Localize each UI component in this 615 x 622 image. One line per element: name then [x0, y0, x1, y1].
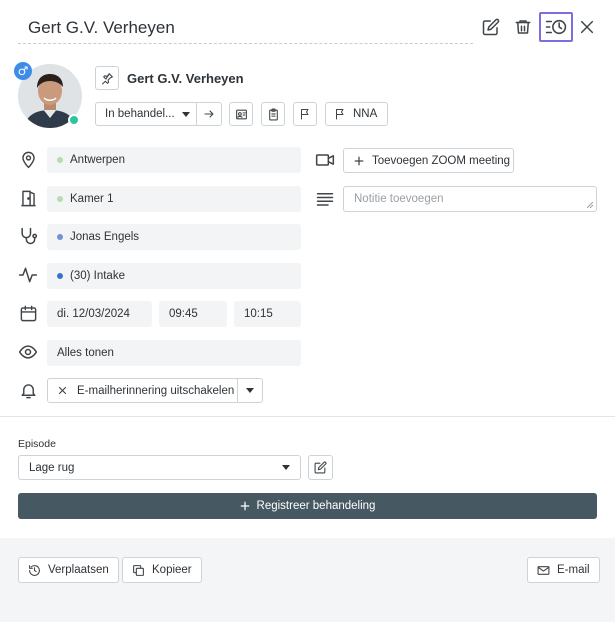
nna-label: NNA: [353, 108, 378, 120]
appointment-type-field[interactable]: (30) Intake: [47, 263, 301, 289]
eye-icon: [16, 340, 40, 364]
email-button[interactable]: E-mail: [527, 557, 600, 583]
status-dot: [57, 157, 63, 163]
delete-button[interactable]: [510, 14, 536, 40]
move-label: Verplaatsen: [48, 564, 109, 576]
bell-icon: [16, 378, 40, 402]
location-field[interactable]: Antwerpen: [47, 147, 301, 173]
gender-badge: ♂: [14, 62, 32, 80]
add-zoom-meeting-button[interactable]: Toevoegen ZOOM meeting: [343, 148, 514, 173]
notes-textarea[interactable]: Notitie toevoegen: [343, 186, 597, 212]
section-divider: [0, 416, 615, 417]
status-dropdown[interactable]: In behandel...: [95, 102, 197, 126]
calendar-icon: [16, 301, 40, 325]
location-icon: [16, 147, 40, 171]
close-button[interactable]: [574, 14, 600, 40]
nna-flag-button[interactable]: NNA: [325, 102, 388, 126]
x-icon: [58, 386, 67, 395]
status-next-button[interactable]: [196, 102, 222, 126]
door-icon: [16, 186, 40, 210]
resize-handle[interactable]: [587, 202, 593, 208]
date-value: di. 12/03/2024: [57, 308, 130, 320]
email-reminder-button[interactable]: E-mailherinnering uitschakelen: [47, 378, 238, 403]
start-time-field[interactable]: 09:45: [159, 301, 227, 327]
contact-card-button[interactable]: [229, 102, 253, 126]
caret-down-icon: [246, 388, 254, 393]
mail-icon: [537, 564, 550, 577]
text-lines-icon: [313, 187, 337, 211]
page-title: Gert G.V. Verheyen: [28, 18, 175, 37]
pin-icon: [101, 72, 114, 85]
flag-button[interactable]: [293, 102, 317, 126]
contact-card-icon: [235, 108, 248, 121]
status-label: In behandel...: [105, 108, 175, 120]
patient-name: Gert G.V. Verheyen: [127, 71, 244, 86]
visibility-value: Alles tonen: [57, 347, 114, 359]
date-field[interactable]: di. 12/03/2024: [47, 301, 152, 327]
appointment-type-value: (30) Intake: [70, 270, 125, 282]
copy-icon: [132, 564, 145, 577]
clipboard-button[interactable]: [261, 102, 285, 126]
online-status-dot: [68, 114, 80, 126]
history-icon: [545, 18, 567, 36]
copy-label: Kopieer: [152, 564, 192, 576]
clipboard-icon: [267, 108, 280, 121]
status-dot: [57, 273, 63, 279]
pin-button[interactable]: [95, 66, 119, 90]
visibility-field[interactable]: Alles tonen: [47, 340, 301, 366]
end-time-value: 10:15: [244, 308, 273, 320]
pencil-icon: [314, 461, 327, 474]
therapist-value: Jonas Engels: [70, 231, 140, 243]
move-button[interactable]: Verplaatsen: [18, 557, 119, 583]
status-dot: [57, 234, 63, 240]
room-value: Kamer 1: [70, 193, 114, 205]
clock-rotate-icon: [28, 564, 41, 577]
status-dot: [57, 196, 63, 202]
stethoscope-icon: [16, 224, 40, 248]
edit-icon: [482, 18, 500, 36]
activity-icon: [16, 263, 40, 287]
room-field[interactable]: Kamer 1: [47, 186, 301, 212]
edit-button[interactable]: [478, 14, 504, 40]
copy-button[interactable]: Kopieer: [122, 557, 202, 583]
notes-placeholder: Notitie toevoegen: [354, 193, 444, 205]
trash-icon: [514, 18, 532, 36]
location-value: Antwerpen: [70, 154, 125, 166]
end-time-field[interactable]: 10:15: [234, 301, 301, 327]
register-treatment-button[interactable]: Registreer behandeling: [18, 493, 597, 519]
close-icon: [579, 19, 595, 35]
email-reminder-dropdown[interactable]: [237, 378, 263, 403]
history-button[interactable]: [539, 12, 573, 42]
therapist-field[interactable]: Jonas Engels: [47, 224, 301, 250]
flag-icon: [299, 108, 311, 120]
caret-down-icon: [282, 465, 290, 470]
video-icon: [313, 148, 337, 172]
plus-icon: [240, 501, 250, 511]
episode-edit-button[interactable]: [308, 455, 333, 480]
zoom-label: Toevoegen ZOOM meeting: [372, 154, 511, 167]
email-reminder-label: E-mailherinnering uitschakelen: [77, 384, 235, 397]
start-time-value: 09:45: [169, 308, 198, 320]
plus-icon: [354, 156, 364, 166]
email-label: E-mail: [557, 564, 590, 576]
arrow-right-icon: [203, 108, 215, 120]
episode-value: Lage rug: [29, 461, 75, 474]
episode-select[interactable]: Lage rug: [18, 455, 301, 480]
register-label: Registreer behandeling: [256, 500, 376, 512]
episode-label: Episode: [18, 438, 56, 450]
caret-down-icon: [181, 111, 190, 117]
flag-icon: [334, 108, 346, 120]
